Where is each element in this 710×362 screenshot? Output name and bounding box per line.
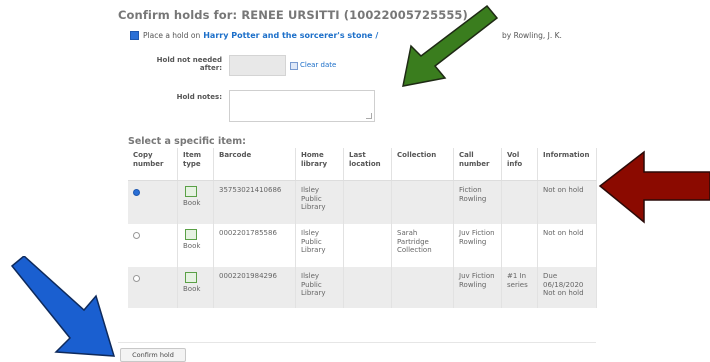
table-row[interactable]: Book 0002201785586 Ilsley Public Library… (128, 224, 597, 267)
item-type-cell: Book (177, 180, 214, 224)
call-number-cell: Juv Fiction Rowling (453, 224, 502, 267)
item-type-cell: Book (177, 267, 214, 308)
col-information: Information (537, 148, 597, 181)
place-hold-checkbox[interactable] (130, 31, 139, 40)
col-last-location: Last location (343, 148, 392, 181)
vol-info-cell: #1 In series (501, 267, 538, 308)
select-item-heading: Select a specific item: (128, 136, 246, 147)
item-type-text: Book (183, 285, 201, 293)
green-arrow-icon (402, 4, 499, 87)
col-copy-number: Copy number (128, 148, 178, 181)
item-type-cell: Book (177, 224, 214, 267)
place-hold-label: Place a hold on (143, 31, 201, 40)
item-radio[interactable] (133, 189, 140, 196)
collection-cell (391, 180, 454, 224)
book-title-link[interactable]: Harry Potter and the sorcerer's stone / (203, 31, 378, 40)
collection-cell: Sarah Partridge Collection (391, 224, 454, 267)
item-radio[interactable] (133, 275, 140, 282)
blue-arrow-icon (10, 256, 116, 357)
item-radio[interactable] (133, 232, 140, 239)
collection-cell (391, 267, 454, 308)
col-item-type: Item type (177, 148, 214, 181)
hold-not-needed-label: Hold not needed after: (150, 56, 222, 72)
book-icon (185, 229, 197, 240)
place-hold-row: Place a hold on Harry Potter and the sor… (130, 31, 378, 40)
hold-notes-textarea[interactable] (229, 90, 375, 122)
call-number-cell: Fiction Rowling (453, 180, 502, 224)
resize-grip-icon[interactable] (366, 113, 372, 119)
vol-info-cell (501, 224, 538, 267)
home-library-cell: Ilsley Public Library (295, 224, 344, 267)
table-row[interactable]: Book 35753021410686 Ilsley Public Librar… (128, 180, 597, 224)
hold-not-needed-label-line2: after: (199, 64, 222, 72)
home-library-cell: Ilsley Public Library (295, 180, 344, 224)
col-collection: Collection (391, 148, 454, 181)
last-location-cell (343, 224, 392, 267)
copy-cell (128, 180, 178, 224)
barcode-cell: 0002201984296 (213, 267, 296, 308)
clear-date-link[interactable]: Clear date (300, 61, 336, 69)
item-type-text: Book (183, 242, 201, 250)
copy-cell (128, 224, 178, 267)
call-number-cell: Juv Fiction Rowling (453, 267, 502, 308)
hold-expiry-date-input[interactable] (229, 55, 286, 76)
book-icon (185, 272, 197, 283)
item-type-text: Book (183, 199, 201, 207)
divider (118, 342, 596, 343)
col-call-number: Call number (453, 148, 502, 181)
book-author: by Rowling, J. K. (502, 31, 562, 40)
items-table-header: Copy number Item type Barcode Home libra… (128, 148, 597, 181)
col-barcode: Barcode (213, 148, 296, 181)
hold-not-needed-label-line1: Hold not needed (156, 56, 222, 64)
copy-cell (128, 267, 178, 308)
information-cell: Due 06/18/2020 Not on hold (537, 267, 597, 308)
information-cell: Not on hold (537, 180, 597, 224)
items-table: Copy number Item type Barcode Home libra… (128, 148, 597, 308)
home-library-cell: Ilsley Public Library (295, 267, 344, 308)
vol-info-cell (501, 180, 538, 224)
hold-notes-label: Hold notes: (176, 93, 222, 101)
last-location-cell (343, 267, 392, 308)
table-row[interactable]: Book 0002201984296 Ilsley Public Library… (128, 267, 597, 308)
col-home-library: Home library (295, 148, 344, 181)
last-location-cell (343, 180, 392, 224)
calendar-icon[interactable] (290, 62, 298, 70)
col-vol-info: Vol info (501, 148, 538, 181)
barcode-cell: 35753021410686 (213, 180, 296, 224)
confirm-hold-button[interactable]: Confirm hold (120, 348, 186, 362)
book-icon (185, 186, 197, 197)
red-arrow-icon (598, 150, 710, 224)
information-cell: Not on hold (537, 224, 597, 267)
barcode-cell: 0002201785586 (213, 224, 296, 267)
author-line: by Rowling, J. K. (502, 31, 562, 40)
